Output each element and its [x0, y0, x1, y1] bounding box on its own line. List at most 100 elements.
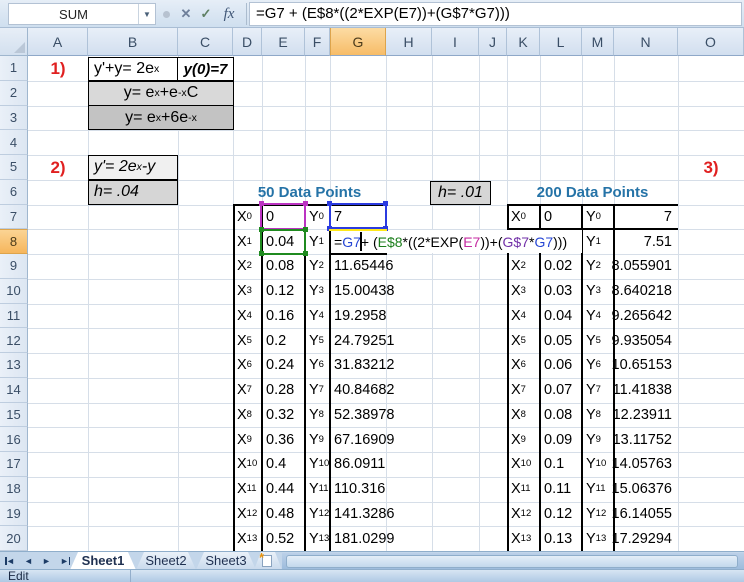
horizontal-scrollbar-thumb[interactable] [286, 554, 738, 568]
cell[interactable]: 0.11 [540, 477, 582, 502]
cell[interactable]: 0.36 [262, 427, 305, 452]
row-header-15[interactable]: 15 [0, 402, 28, 428]
cell[interactable]: X5 [233, 328, 262, 353]
cell[interactable]: Y2 [582, 254, 614, 279]
cell[interactable]: 110.316 [330, 477, 386, 502]
column-header-E[interactable]: E [262, 28, 305, 56]
horizontal-scrollbar[interactable] [282, 553, 744, 570]
cell[interactable]: 0.09 [540, 427, 582, 452]
cell-particular-solution[interactable]: y= e x +6e -x [88, 105, 234, 131]
cell[interactable]: X3 [507, 279, 540, 304]
column-header-L[interactable]: L [540, 28, 582, 56]
cell-equation-main[interactable]: y'+y= 2e x [88, 57, 178, 81]
cell[interactable]: X9 [507, 427, 540, 452]
cell[interactable]: 0.28 [262, 378, 305, 403]
cell[interactable]: Y3 [582, 279, 614, 304]
cell-step-size-04[interactable]: h= .04 [88, 179, 178, 205]
cell[interactable]: 8.055901 [612, 254, 678, 279]
sheet-tab-sheet1[interactable]: Sheet1 [70, 552, 136, 570]
cell[interactable]: 141.3286 [330, 502, 394, 527]
column-header-M[interactable]: M [582, 28, 614, 56]
select-all-corner[interactable] [0, 28, 28, 56]
cell[interactable]: 31.83212 [330, 353, 394, 378]
cell[interactable]: X7 [233, 378, 262, 403]
cell[interactable]: 0.16 [262, 304, 305, 329]
enter-icon[interactable]: ✓ [196, 4, 216, 24]
cell[interactable]: 0.1 [540, 452, 582, 477]
cell[interactable]: 0.03 [540, 279, 582, 304]
cell-step-size-01[interactable]: h= .01 [430, 181, 491, 205]
row-header-8[interactable]: 8 [0, 229, 28, 254]
cell[interactable]: 13.11752 [613, 427, 678, 452]
cell[interactable]: X8 [507, 403, 540, 428]
cell[interactable]: 86.0911 [330, 452, 386, 477]
cell[interactable]: Y 13 [582, 526, 614, 551]
column-header-F[interactable]: F [305, 28, 330, 56]
row-header-18[interactable]: 18 [0, 476, 28, 502]
cell[interactable]: 15.06376 [612, 477, 678, 502]
last-sheet-icon[interactable]: ► [56, 552, 73, 570]
cell[interactable]: Y 12 [582, 502, 614, 527]
row-header-14[interactable]: 14 [0, 377, 28, 403]
cell[interactable]: X 10 [507, 452, 540, 477]
cell[interactable]: X 12 [507, 502, 540, 527]
cell[interactable]: 12.23911 [613, 403, 678, 428]
cell-initial-condition[interactable]: y(0)=7 [177, 57, 234, 81]
cell[interactable]: 67.16909 [330, 427, 394, 452]
row-header-5[interactable]: 5 [0, 155, 28, 180]
column-header-A[interactable]: A [28, 28, 88, 56]
column-header-C[interactable]: C [178, 28, 233, 56]
row-header-7[interactable]: 7 [0, 204, 28, 230]
row-header-12[interactable]: 12 [0, 328, 28, 353]
name-box[interactable]: SUM ▼ [8, 3, 156, 25]
row-header-20[interactable]: 20 [0, 526, 28, 551]
cell[interactable]: X2 [507, 254, 540, 279]
cell[interactable]: X5 [507, 328, 540, 353]
problem-3-label[interactable]: 3) [678, 155, 744, 180]
cell[interactable]: 11.41838 [613, 378, 678, 403]
row-header-17[interactable]: 17 [0, 452, 28, 477]
insert-function-icon[interactable]: fx [216, 4, 242, 24]
cell[interactable]: 24.79251 [330, 328, 394, 353]
cell[interactable]: Y 12 [305, 502, 330, 527]
cell[interactable]: X 13 [233, 526, 262, 551]
first-sheet-icon[interactable]: ◄ [2, 552, 19, 570]
row-header-9[interactable]: 9 [0, 254, 28, 279]
cell[interactable]: X 11 [507, 477, 540, 502]
row-header-13[interactable]: 13 [0, 353, 28, 378]
column-header-N[interactable]: N [614, 28, 678, 56]
cell[interactable]: Y9 [582, 427, 614, 452]
cell[interactable]: 0.24 [262, 353, 305, 378]
cell[interactable]: 7.51 [614, 229, 678, 254]
cell-general-solution[interactable]: y= e x +e -x C [88, 80, 234, 106]
column-header-H[interactable]: H [386, 28, 432, 56]
row-header-10[interactable]: 10 [0, 278, 28, 304]
cell[interactable]: 0.12 [262, 279, 305, 304]
cell[interactable]: 0 [540, 205, 582, 230]
cell[interactable]: X9 [233, 427, 262, 452]
cell[interactable]: Y 13 [305, 526, 330, 551]
cell[interactable]: 0.2 [262, 328, 305, 353]
chevron-down-icon[interactable]: ▼ [138, 4, 155, 24]
cell[interactable]: 40.84682 [330, 378, 394, 403]
cell[interactable]: 17.29294 [612, 526, 678, 551]
cell[interactable]: 0.07 [540, 378, 582, 403]
table-200-title[interactable]: 200 Data Points [507, 180, 678, 204]
row-header-11[interactable]: 11 [0, 303, 28, 329]
cell-derivative-equation[interactable]: y'= 2e x -y [88, 154, 178, 180]
reference-box-e8[interactable] [258, 227, 308, 257]
cell[interactable]: Y5 [582, 328, 614, 353]
editing-cell-formula[interactable]: = G7 + (E$8 *((2*EXP(E7))+(G$7 * G7))) [332, 230, 582, 253]
cell[interactable]: Y 11 [582, 477, 614, 502]
cell[interactable]: Y4 [582, 304, 614, 329]
cell[interactable]: 0.32 [262, 403, 305, 428]
cell[interactable]: Y1 [582, 229, 614, 254]
cell[interactable]: Y9 [305, 427, 330, 452]
row-header-3[interactable]: 3 [0, 105, 28, 131]
formula-input[interactable]: =G7 + (E$8*((2*EXP(E7))+(G$7*G7))) [249, 2, 742, 26]
cell[interactable]: X4 [507, 304, 540, 329]
cell[interactable]: Y6 [305, 353, 330, 378]
cell[interactable]: 0.44 [262, 477, 305, 502]
cell[interactable]: X8 [233, 403, 262, 428]
row-header-19[interactable]: 19 [0, 501, 28, 527]
